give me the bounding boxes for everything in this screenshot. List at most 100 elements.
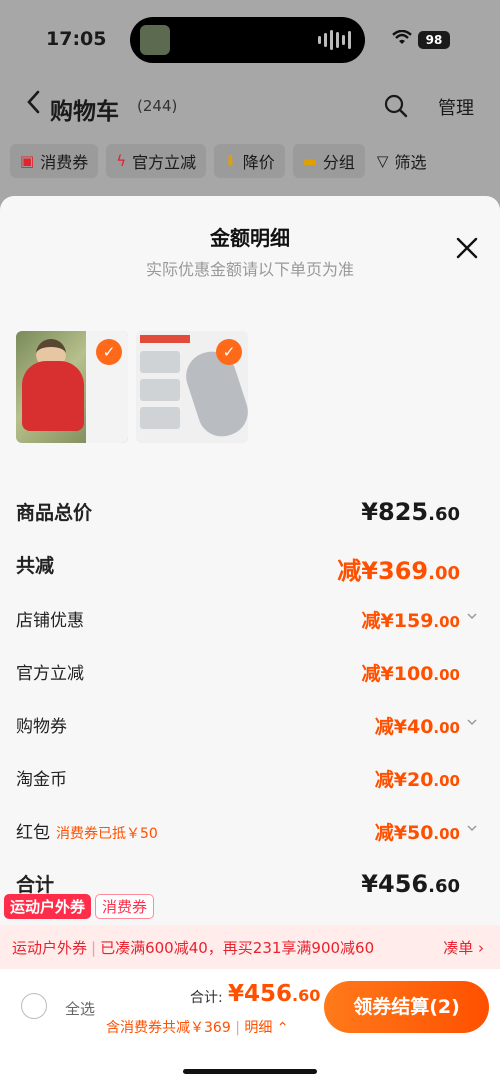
row-shop-discount[interactable]: 店铺优惠 减¥159.00 (16, 606, 484, 636)
chevron-down-icon[interactable] (466, 610, 478, 622)
product-banner (140, 335, 190, 343)
amount-dec: .00 (433, 666, 460, 684)
model-jacket (22, 361, 84, 431)
amount-int: 50 (406, 822, 434, 844)
chevron-down-icon[interactable] (466, 822, 478, 834)
separator: | (235, 1020, 240, 1036)
filter-chip-coupon[interactable]: ▣ 消费券 (10, 144, 99, 178)
promo-message: 已凑满600减40，再买231享满900减60 (100, 939, 375, 957)
amount-dec: .00 (433, 772, 460, 790)
currency: 减¥ (361, 663, 394, 685)
filter-icon: ▽ (376, 152, 389, 170)
amount-dec: .60 (428, 876, 460, 897)
row-value: 减¥159.00 (362, 606, 460, 633)
detail-toggle[interactable]: 明细 ⌃ (244, 1020, 288, 1036)
nav-bar: 购物车 (244) 管理 (0, 84, 500, 130)
lightning-icon: ϟ (116, 152, 127, 170)
row-subtotal: 商品总价 ¥825.60 (16, 498, 484, 528)
currency: 减¥ (361, 610, 394, 632)
total-label: 合计: (190, 990, 223, 1006)
amount-int: 825 (378, 498, 429, 526)
currency: 减¥ (374, 822, 407, 844)
now-playing-thumb (140, 25, 170, 55)
filter-bar: ▣ 消费券 ϟ 官方立减 ⬇ 降价 ▬ 分组 ▽ 筛选 (10, 144, 500, 180)
filter-chip-official[interactable]: ϟ 官方立减 (106, 144, 207, 178)
row-value: 减¥40.00 (375, 712, 460, 739)
amount-int: 456 (244, 981, 293, 1007)
product-detail-1 (140, 351, 180, 373)
coupon-tags: 运动户外券 消费券 (4, 894, 155, 919)
amount-int: 456 (378, 870, 429, 898)
amount-dec: .00 (433, 613, 460, 631)
sheet-title: 金额明细 (210, 226, 290, 250)
amount-dec: .00 (433, 825, 460, 843)
currency: ¥ (361, 870, 378, 898)
amount-int: 369 (378, 557, 429, 585)
amount-dec: .00 (428, 563, 460, 584)
amount-int: 100 (393, 663, 434, 685)
search-icon[interactable] (384, 94, 408, 118)
row-value: ¥825.60 (361, 498, 460, 526)
promo-name: 运动户外券 (12, 939, 88, 957)
folder-icon: ▬ (302, 152, 317, 170)
amount-dec: .00 (433, 719, 460, 737)
red-packet-label: 红包 (16, 823, 50, 843)
manage-button[interactable]: 管理 (438, 94, 474, 120)
product-detail-3 (140, 407, 180, 429)
row-label: 红包 消费券已抵￥50 (16, 818, 158, 843)
promo-separator: | (91, 939, 97, 957)
check-icon: ✓ (216, 339, 242, 365)
row-red-packet[interactable]: 红包 消费券已抵￥50 减¥50.00 (16, 818, 484, 848)
selected-items: ✓ ✓ (16, 331, 248, 443)
amount-dec: .60 (292, 986, 321, 1005)
ticket-icon: ▣ (20, 152, 35, 170)
amount-int: 20 (406, 769, 434, 791)
row-label: 淘金币 (16, 770, 67, 790)
add-items-link[interactable]: 凑单 › (443, 937, 484, 958)
filter-chip-price-drop[interactable]: ⬇ 降价 (214, 144, 285, 178)
tag-outdoor-coupon[interactable]: 运动户外券 (4, 894, 92, 919)
row-value: 减¥20.00 (375, 765, 460, 792)
battery-icon: 98 (418, 31, 450, 49)
total-amount: ¥456.60 (228, 981, 320, 1007)
row-label: 店铺优惠 (16, 611, 84, 631)
currency: 减¥ (374, 769, 407, 791)
close-icon[interactable] (455, 236, 479, 260)
back-icon[interactable] (26, 90, 40, 121)
row-value: 减¥369.00 (337, 551, 460, 586)
cart-count: (244) (137, 97, 178, 115)
row-label: 购物券 (16, 717, 67, 737)
filter-label: 消费券 (40, 153, 89, 172)
checkout-button[interactable]: 领券结算(2) (324, 981, 489, 1033)
product-thumb-jacket[interactable]: ✓ (16, 331, 128, 443)
select-all-radio[interactable] (21, 993, 47, 1019)
filter-label: 降价 (242, 153, 275, 172)
dynamic-island[interactable] (130, 17, 365, 63)
chevron-down-icon[interactable] (466, 716, 478, 728)
filter-chip-group[interactable]: ▬ 分组 (292, 144, 365, 178)
select-all-label[interactable]: 全选 (65, 998, 95, 1019)
promo-text: 运动户外券 | 已凑满600减40，再买231享满900减60 (12, 937, 374, 958)
product-detail-2 (140, 379, 180, 401)
filter-label: 筛选 (394, 153, 427, 172)
amount-int: 159 (393, 610, 434, 632)
red-packet-note: 消费券已抵￥50 (56, 826, 158, 842)
filter-label: 分组 (322, 153, 355, 172)
product-thumb-shoe[interactable]: ✓ (136, 331, 248, 443)
row-shopping-coupon[interactable]: 购物券 减¥40.00 (16, 712, 484, 742)
row-gold-coin: 淘金币 减¥20.00 (16, 765, 484, 795)
filter-label: 官方立减 (132, 153, 197, 172)
amount-int: 40 (406, 716, 434, 738)
promo-bar: 运动户外券 | 已凑满600减40，再买231享满900减60 凑单 › (0, 925, 500, 969)
filter-chip-filter[interactable]: ▽ 筛选 (373, 144, 431, 178)
check-icon: ✓ (96, 339, 122, 365)
amount-dec: .60 (428, 504, 460, 525)
total-discount-summary: 含消费券共减￥369 | 明细 ⌃ (106, 1017, 289, 1037)
row-official-discount: 官方立减 减¥100.00 (16, 659, 484, 689)
audio-wave-icon (318, 30, 351, 50)
currency: ¥ (361, 498, 378, 526)
tag-consume-coupon[interactable]: 消费券 (95, 894, 155, 919)
status-bar: 17:05 98 (0, 0, 500, 80)
sheet-subtitle: 实际优惠金额请以下单页为准 (145, 260, 354, 279)
currency: 减¥ (337, 557, 378, 585)
